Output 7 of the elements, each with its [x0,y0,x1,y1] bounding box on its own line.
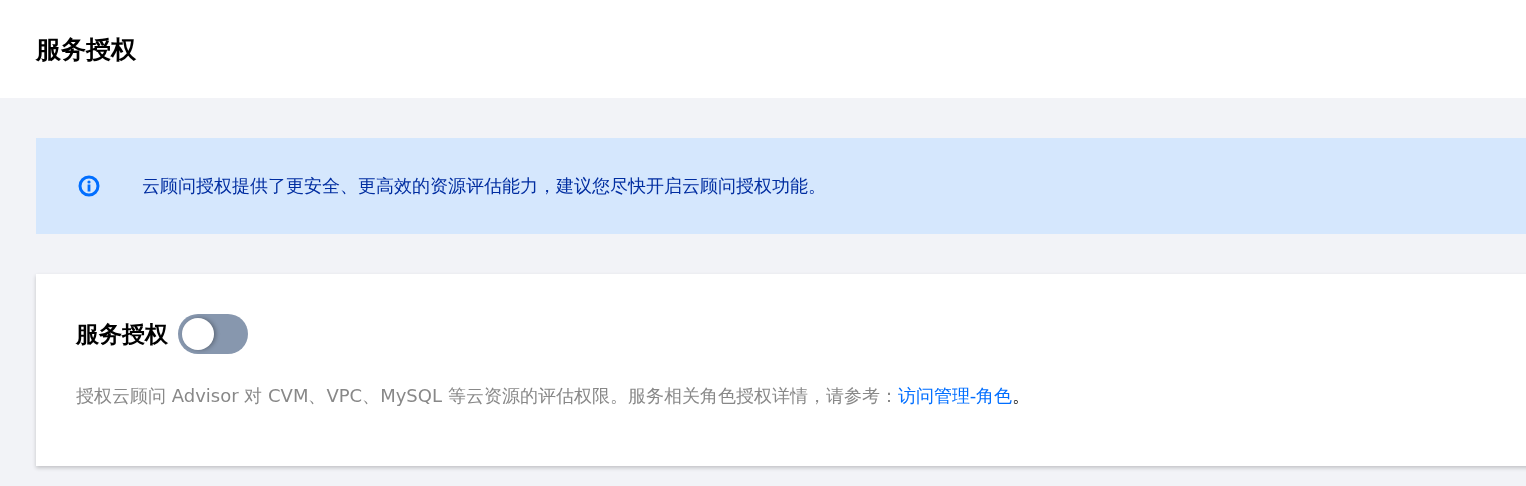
description-text: 授权云顾问 Advisor 对 CVM、VPC、MySQL 等云资源的评估权限。服务相关角色授权详情，请参考：访问管理-角色。 [76,384,1032,408]
section-title: 服务授权 [76,319,168,349]
toggle-switch[interactable] [178,314,248,354]
notice-text: 云顾问授权提供了更安全、更高效的资源评估能力，建议您尽快开启云顾问授权功能。 [142,174,826,198]
info-icon [78,175,100,197]
role-link[interactable]: 访问管理-角色 [897,385,1013,406]
page-title: 服务授权 [36,33,136,66]
